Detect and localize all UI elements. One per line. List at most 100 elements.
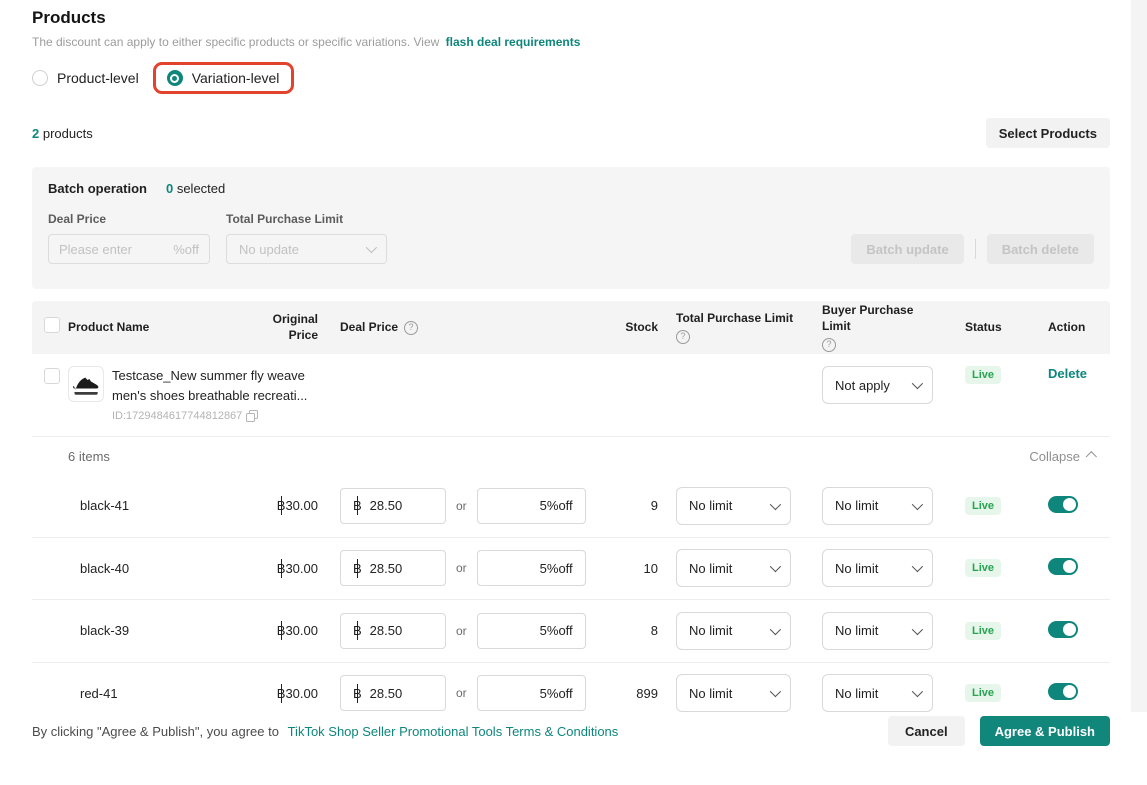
chevron-down-icon bbox=[770, 686, 781, 697]
deal-price-placeholder: Please enter bbox=[59, 242, 132, 257]
page-title: Products bbox=[32, 8, 1110, 28]
radio-variation-level-label: Variation-level bbox=[192, 70, 280, 86]
products-count: 2 products bbox=[32, 126, 93, 141]
percent-off-input[interactable] bbox=[490, 498, 573, 513]
select-products-button[interactable]: Select Products bbox=[986, 118, 1110, 148]
total-limit-select[interactable]: No limit bbox=[676, 487, 791, 525]
deal-price-input[interactable] bbox=[370, 561, 433, 576]
batch-delete-button[interactable]: Batch delete bbox=[987, 234, 1094, 264]
batch-update-button[interactable]: Batch update bbox=[851, 234, 963, 264]
batch-purchase-limit-select[interactable]: No update bbox=[226, 234, 387, 264]
deal-price-input[interactable] bbox=[370, 686, 433, 701]
chevron-down-icon bbox=[912, 561, 923, 572]
stock-value: 8 bbox=[612, 623, 658, 638]
buyer-limit-select[interactable]: No limit bbox=[822, 549, 933, 587]
variation-toggle[interactable] bbox=[1048, 496, 1078, 513]
status-badge: Live bbox=[965, 559, 1001, 577]
variation-row: black-40 B30.00 B or 10 No limit bbox=[32, 538, 1110, 601]
percent-off-input[interactable] bbox=[490, 686, 573, 701]
help-icon[interactable]: ? bbox=[676, 330, 690, 344]
deal-price-input[interactable] bbox=[370, 623, 433, 638]
variation-original-price: B30.00 bbox=[262, 498, 318, 513]
agreement-prefix: By clicking "Agree & Publish", you agree… bbox=[32, 724, 279, 739]
deal-price-field: B bbox=[340, 675, 446, 711]
radio-variation-level[interactable]: Variation-level bbox=[167, 70, 280, 86]
total-limit-value: No limit bbox=[689, 686, 732, 701]
status-badge: Live bbox=[965, 622, 1001, 640]
or-label: or bbox=[456, 686, 467, 700]
flash-deal-requirements-link[interactable]: flash deal requirements bbox=[446, 35, 581, 49]
deal-price-field: B bbox=[340, 488, 446, 524]
buyer-limit-select[interactable]: No limit bbox=[822, 612, 933, 650]
variation-original-price: B30.00 bbox=[262, 561, 318, 576]
variation-items-count: 6 items bbox=[68, 449, 110, 464]
variation-toggle[interactable] bbox=[1048, 558, 1078, 575]
or-label: or bbox=[456, 624, 467, 638]
percent-off-input[interactable] bbox=[490, 561, 573, 576]
button-divider bbox=[975, 239, 976, 259]
terms-link[interactable]: TikTok Shop Seller Promotional Tools Ter… bbox=[288, 724, 619, 739]
agree-publish-button[interactable]: Agree & Publish bbox=[980, 716, 1110, 746]
variation-original-price: B30.00 bbox=[262, 623, 318, 638]
products-toolbar: 2 products Select Products bbox=[32, 118, 1110, 148]
total-limit-select[interactable]: No limit bbox=[676, 674, 791, 712]
percent-off-input[interactable] bbox=[490, 623, 573, 638]
product-id-text: ID:1729484617744812867 bbox=[112, 410, 242, 422]
baht-icon: B bbox=[277, 623, 286, 638]
products-count-label: products bbox=[43, 126, 93, 141]
product-row: Testcase_New summer fly weave men's shoe… bbox=[32, 354, 1110, 437]
product-checkbox[interactable] bbox=[44, 368, 60, 384]
percent-off-field bbox=[477, 550, 586, 586]
variation-row: black-41 B30.00 B or 9 No limit bbox=[32, 475, 1110, 538]
buyer-limit-select[interactable]: No limit bbox=[822, 674, 933, 712]
total-limit-value: No limit bbox=[689, 561, 732, 576]
copy-icon[interactable] bbox=[246, 410, 258, 422]
chevron-down-icon bbox=[770, 624, 781, 635]
baht-icon: B bbox=[353, 498, 362, 513]
cancel-button[interactable]: Cancel bbox=[888, 716, 965, 746]
stock-value: 9 bbox=[612, 498, 658, 513]
chevron-down-icon bbox=[366, 242, 377, 253]
variation-name: black-41 bbox=[68, 498, 262, 513]
col-total-limit-label: Total Purchase Limit bbox=[676, 311, 793, 327]
variation-toggle[interactable] bbox=[1048, 621, 1078, 638]
product-buyer-limit-select[interactable]: Not apply bbox=[822, 366, 933, 404]
variation-toggle[interactable] bbox=[1048, 683, 1078, 700]
status-badge: Live bbox=[965, 497, 1001, 515]
deal-price-label: Deal Price bbox=[48, 212, 210, 226]
deal-price-field: B bbox=[340, 613, 446, 649]
footer-bar: By clicking "Agree & Publish", you agree… bbox=[0, 712, 1147, 756]
collapse-toggle[interactable]: Collapse bbox=[1029, 449, 1096, 464]
variation-original-price: B30.00 bbox=[262, 686, 318, 701]
chevron-down-icon bbox=[770, 561, 781, 572]
chevron-down-icon bbox=[912, 499, 923, 510]
help-icon[interactable]: ? bbox=[822, 338, 836, 352]
status-badge: Live bbox=[965, 366, 1001, 384]
percent-off-field bbox=[477, 675, 586, 711]
variation-name: red-41 bbox=[68, 686, 262, 701]
radio-unselected-icon[interactable] bbox=[32, 70, 48, 86]
radio-selected-icon[interactable] bbox=[167, 70, 183, 86]
col-status: Status bbox=[933, 320, 1016, 336]
select-all-checkbox[interactable] bbox=[44, 317, 60, 333]
deal-price-suffix: %off bbox=[173, 242, 199, 257]
buyer-limit-select[interactable]: No limit bbox=[822, 487, 933, 525]
buyer-limit-value: No limit bbox=[835, 686, 878, 701]
delete-link[interactable]: Delete bbox=[1048, 366, 1087, 381]
baht-icon: B bbox=[353, 686, 362, 701]
radio-product-level[interactable]: Product-level bbox=[32, 70, 139, 86]
table-header: Product Name Original Price Deal Price ?… bbox=[32, 301, 1110, 354]
total-limit-select[interactable]: No limit bbox=[676, 612, 791, 650]
help-icon[interactable]: ? bbox=[404, 321, 418, 335]
total-limit-select[interactable]: No limit bbox=[676, 549, 791, 587]
baht-icon: B bbox=[353, 623, 362, 638]
variation-name: black-40 bbox=[68, 561, 262, 576]
products-table: Product Name Original Price Deal Price ?… bbox=[32, 301, 1110, 725]
product-id: ID:1729484617744812867 bbox=[112, 410, 312, 422]
baht-icon: B bbox=[277, 686, 286, 701]
baht-icon: B bbox=[353, 561, 362, 576]
batch-deal-price-input[interactable]: Please enter %off bbox=[48, 234, 210, 264]
page-subtitle: The discount can apply to either specifi… bbox=[32, 35, 1110, 49]
deal-price-input[interactable] bbox=[370, 498, 433, 513]
main-content: Products The discount can apply to eithe… bbox=[0, 0, 1147, 785]
